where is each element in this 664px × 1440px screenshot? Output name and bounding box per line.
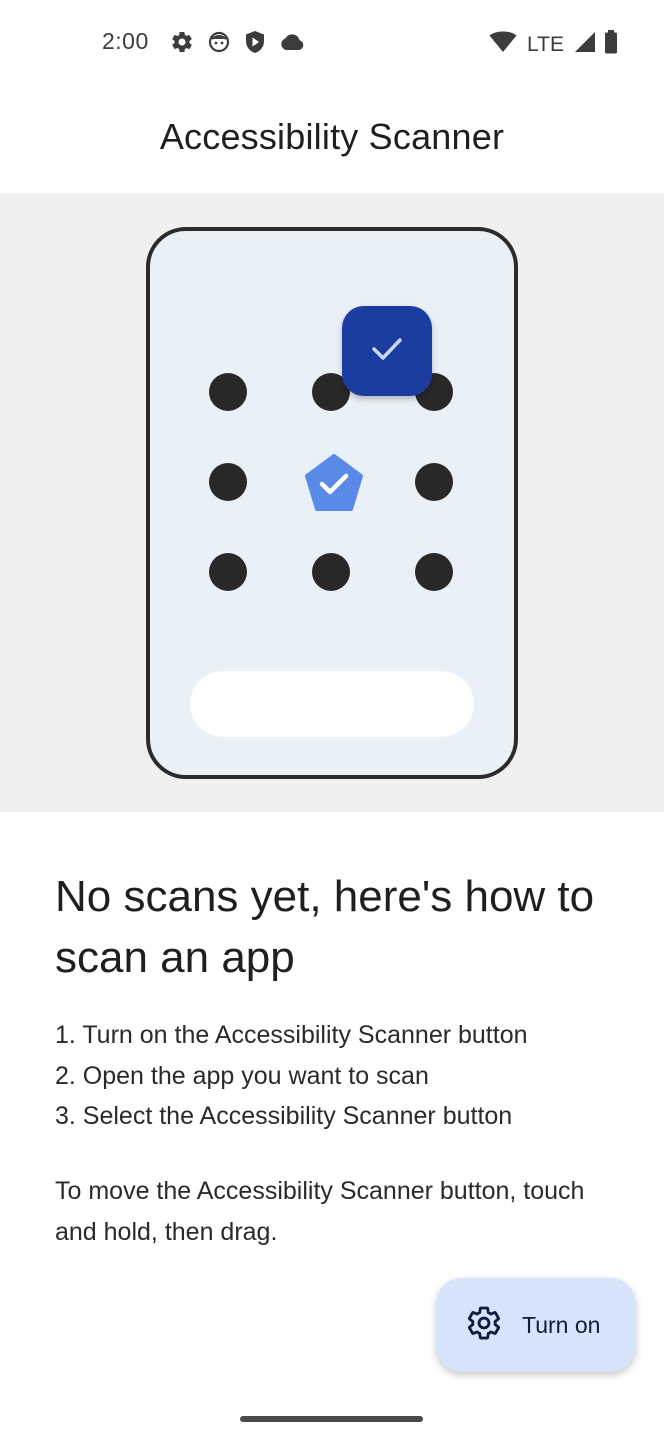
status-time: 2:00	[102, 28, 149, 54]
signal-icon	[574, 31, 596, 58]
status-notification-icons	[170, 30, 305, 59]
grid-dot	[415, 553, 453, 591]
cloud-icon	[279, 31, 305, 58]
grid-dot	[415, 463, 453, 501]
status-system-icons: LTE	[489, 30, 618, 59]
wifi-icon	[489, 31, 517, 58]
instruction-step: 3. Select the Accessibility Scanner butt…	[55, 1102, 513, 1130]
pentagon-check-icon	[304, 454, 364, 512]
illustration-panel	[0, 193, 664, 812]
face-icon	[207, 30, 231, 59]
instruction-step: 1. Turn on the Accessibility Scanner but…	[55, 1021, 528, 1049]
move-hint-text: To move the Accessibility Scanner button…	[55, 1177, 585, 1246]
status-bar: 2:00 LTE	[0, 0, 664, 88]
battery-icon	[604, 30, 618, 59]
instruction-steps: 1. Turn on the Accessibility Scanner but…	[55, 1015, 635, 1137]
check-icon	[370, 335, 404, 368]
settings-icon	[170, 30, 194, 59]
grid-dot	[209, 463, 247, 501]
gear-icon	[466, 1305, 502, 1346]
grid-dot	[312, 553, 350, 591]
grid-dot	[209, 553, 247, 591]
turn-on-button[interactable]: Turn on	[436, 1278, 636, 1372]
turn-on-label: Turn on	[522, 1311, 601, 1338]
empty-state-heading: No scans yet, here's how to scan an app	[55, 872, 595, 982]
instruction-step: 2. Open the app you want to scan	[55, 1061, 429, 1090]
page-title: Accessibility Scanner	[159, 116, 505, 157]
scanner-button-badge	[342, 306, 432, 396]
network-type: LTE	[527, 32, 564, 56]
gesture-nav-handle[interactable]	[240, 1416, 423, 1422]
phone-illustration	[146, 227, 518, 779]
phone-pill-bar	[190, 671, 474, 737]
grid-dot	[209, 373, 247, 411]
shield-play-icon	[244, 30, 266, 59]
